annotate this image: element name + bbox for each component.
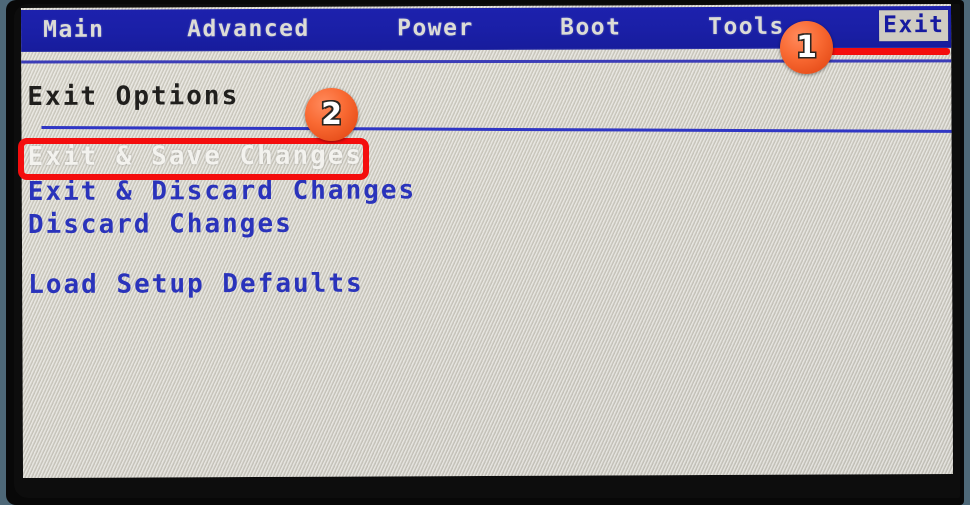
section-divider <box>41 125 954 133</box>
menu-tab-exit[interactable]: Exit <box>878 9 949 42</box>
bios-screenshot-photo: Main Advanced Power Boot Tools Exit Exit… <box>0 0 970 505</box>
page-title: Exit Options <box>27 81 240 113</box>
option-discard-changes[interactable]: Discard Changes <box>28 209 293 240</box>
menu-tab-boot[interactable]: Boot <box>560 13 622 41</box>
menu-tab-main[interactable]: Main <box>43 16 105 44</box>
menu-tab-tools[interactable]: Tools <box>708 13 785 41</box>
menu-bar-underline-rule <box>20 59 954 64</box>
option-exit-and-save-changes[interactable]: Exit & Save Changes <box>28 141 364 172</box>
menu-tab-advanced[interactable]: Advanced <box>187 15 310 44</box>
option-load-setup-defaults[interactable]: Load Setup Defaults <box>28 269 364 300</box>
bios-menu-bar: Main Advanced Power Boot Tools Exit <box>20 5 954 53</box>
menu-tab-power[interactable]: Power <box>397 14 474 42</box>
option-exit-and-discard-changes[interactable]: Exit & Discard Changes <box>28 175 417 207</box>
bios-screen: Main Advanced Power Boot Tools Exit Exit… <box>20 3 954 479</box>
